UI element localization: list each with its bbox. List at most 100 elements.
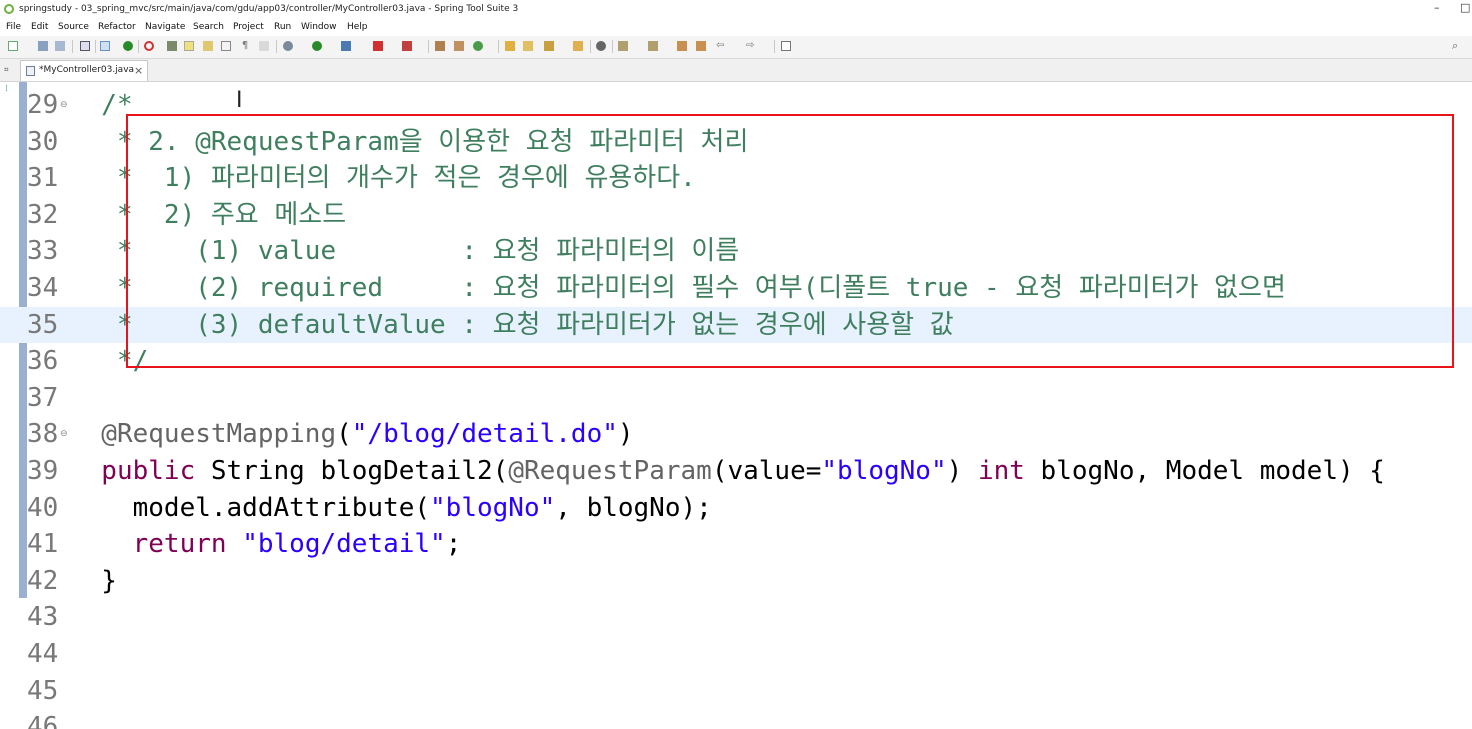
menu-project[interactable]: Project <box>233 22 264 32</box>
menu-window[interactable]: Window <box>301 22 337 32</box>
editor-tab-bar: ⌗ *MyController03.java × <box>0 59 1472 82</box>
code-text: /* <box>70 87 132 123</box>
line-number: 30 <box>27 126 59 157</box>
minimize-button[interactable]: – <box>1434 1 1440 14</box>
code-token: "blog/detail" <box>242 529 446 560</box>
toggle-mark-icon[interactable] <box>184 41 194 51</box>
code-line[interactable]: 43 <box>0 599 1472 635</box>
new-package-icon[interactable] <box>454 41 464 51</box>
code-line[interactable]: 32 * 2) 주요 메소드 <box>0 197 1472 233</box>
open-folder-icon[interactable] <box>523 41 533 51</box>
fold-toggle-icon[interactable]: ⊖ <box>60 429 68 439</box>
code-token: ) <box>946 456 978 486</box>
open-task-icon[interactable] <box>573 41 583 51</box>
code-token: String blogDetail2( <box>195 456 509 486</box>
open-perspective-icon[interactable] <box>781 41 791 51</box>
line-number: 32 <box>27 199 59 230</box>
last-edit-icon[interactable] <box>677 41 687 51</box>
code-line[interactable]: 30 * 2. @RequestParam을 이용한 요청 파라미터 처리 <box>0 124 1472 160</box>
tab-mycontroller03[interactable]: *MyController03.java × <box>20 60 148 81</box>
code-text: * 1) 파라미터의 개수가 적은 경우에 유용하다. <box>70 160 696 196</box>
line-number: 46 <box>27 712 59 729</box>
spring-boot-icon[interactable] <box>123 41 133 51</box>
code-line[interactable]: 39 public String blogDetail2(@RequestPar… <box>0 453 1472 489</box>
line-number: 34 <box>27 273 59 303</box>
debug-icon[interactable] <box>283 41 293 51</box>
new-java-project-icon[interactable] <box>435 41 445 51</box>
line-number: 43 <box>27 602 59 633</box>
next-annotation-icon[interactable] <box>618 41 628 51</box>
terminal-icon[interactable] <box>80 41 90 51</box>
code-line[interactable]: 34 * (2) required : 요청 파라미터의 필수 여부(디폴트 t… <box>0 270 1472 306</box>
word-wrap-icon[interactable] <box>259 41 269 51</box>
code-text: * 2) 주요 메소드 <box>70 197 346 233</box>
menu-navigate[interactable]: Navigate <box>145 22 185 32</box>
external-tools-icon[interactable] <box>402 41 412 51</box>
menu-refactor[interactable]: Refactor <box>98 22 136 32</box>
search-icon[interactable]: ⌕ <box>1452 40 1462 51</box>
code-line[interactable]: 37 <box>0 380 1472 416</box>
text-cursor-icon: Ⅰ <box>236 88 243 113</box>
save-all-icon[interactable] <box>55 41 65 51</box>
code-line[interactable]: 45 <box>0 673 1472 709</box>
code-token: * (3) defaultValue : 요청 파라미터가 없는 경우에 사용할… <box>70 309 954 340</box>
forward-icon[interactable]: ⇨ <box>746 41 756 51</box>
code-token: "/blog/detail.do" <box>351 419 618 450</box>
new-icon[interactable] <box>8 41 18 51</box>
code-line[interactable]: 33 * (1) value : 요청 파라미터의 이름 <box>0 233 1472 269</box>
previous-annotation-icon[interactable] <box>648 41 658 51</box>
code-line[interactable]: 46 <box>0 709 1472 729</box>
code-line[interactable]: 29 ⊖ /* <box>0 87 1472 123</box>
menu-file[interactable]: File <box>6 22 21 32</box>
stop-icon[interactable] <box>373 41 383 51</box>
code-token: * 1) 파라미터의 개수가 적은 경우에 유용하다. <box>70 163 696 194</box>
code-token: ; <box>445 529 462 560</box>
code-line[interactable]: 35 * (3) defaultValue : 요청 파라미터가 없는 경우에 … <box>0 306 1472 343</box>
code-token: @RequestMapping <box>70 419 337 450</box>
menu-run[interactable]: Run <box>274 22 291 32</box>
line-number: 31 <box>27 163 59 194</box>
new-class-icon[interactable] <box>473 41 483 51</box>
line-number: 45 <box>27 675 59 706</box>
block-select-icon[interactable] <box>221 41 231 51</box>
menu-source[interactable]: Source <box>58 22 89 32</box>
line-number: 39 <box>27 456 59 486</box>
back-icon[interactable]: ⇦ <box>716 41 726 51</box>
line-number: 41 <box>27 529 59 560</box>
select-icon[interactable] <box>100 41 110 51</box>
search-tool-icon[interactable] <box>544 41 554 51</box>
forward-edit-icon[interactable] <box>696 41 706 51</box>
run-icon[interactable] <box>312 41 322 51</box>
maximize-button[interactable]: □ <box>1460 1 1470 14</box>
line-number: 42 <box>27 565 59 596</box>
code-token: * (2) required : 요청 파라미터의 필수 여부(디폴트 true… <box>70 273 1286 303</box>
menu-search[interactable]: Search <box>193 22 224 32</box>
save-icon[interactable] <box>38 41 48 51</box>
code-line[interactable]: 42 } <box>0 563 1472 599</box>
show-whitespace-icon[interactable]: ¶ <box>240 41 250 51</box>
code-line[interactable]: 31 * 1) 파라미터의 개수가 적은 경우에 유용하다. <box>0 160 1472 196</box>
view-menu-icon[interactable]: ⌗ <box>4 65 9 75</box>
code-line[interactable]: 36 */ <box>0 343 1472 379</box>
fold-toggle-icon[interactable]: ⊖ <box>60 100 68 110</box>
close-tab-icon[interactable]: × <box>134 64 143 77</box>
title-bar: springstudy - 03_spring_mvc/src/main/jav… <box>0 0 1472 20</box>
coverage-icon[interactable] <box>341 41 351 51</box>
code-line[interactable]: 44 <box>0 636 1472 672</box>
refresh-icon[interactable] <box>144 41 154 51</box>
code-line[interactable]: 38 ⊖ @RequestMapping("/blog/detail.do") <box>0 416 1472 452</box>
toolbar-separator <box>498 40 499 53</box>
browser-icon[interactable] <box>596 41 606 51</box>
code-line[interactable]: 40 model.addAttribute("blogNo", blogNo); <box>0 490 1472 526</box>
menu-edit[interactable]: Edit <box>31 22 48 32</box>
code-token: "blogNo" <box>821 456 947 486</box>
open-type-icon[interactable] <box>505 41 515 51</box>
code-text: model.addAttribute("blogNo", blogNo); <box>70 490 712 526</box>
menu-help[interactable]: Help <box>347 22 368 32</box>
line-number: 35 <box>27 309 59 340</box>
code-line[interactable]: 41 return "blog/detail"; <box>0 526 1472 562</box>
code-editor[interactable]: ⁞ 29 ⊖ /* 30 * 2. @RequestParam을 이용한 요청 파라… <box>0 82 1472 729</box>
pin-icon[interactable] <box>167 41 177 51</box>
annotation-icon[interactable] <box>203 41 213 51</box>
